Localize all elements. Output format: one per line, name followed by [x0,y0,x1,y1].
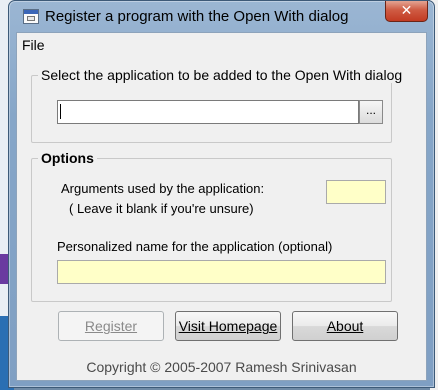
visit-homepage-button[interactable]: Visit Homepage [175,311,281,341]
options-group-legend: Options [38,150,97,166]
app-window-icon [23,9,39,24]
browse-button[interactable]: ... [359,100,383,124]
title-bar[interactable]: Register a program with the Open With di… [9,1,434,31]
arguments-hint: ( Leave it blank if you're unsure) [69,201,254,216]
about-button[interactable]: About [292,311,398,341]
application-group-legend: Select the application to be added to th… [38,67,406,83]
close-button[interactable]: ✕ [385,1,428,22]
arguments-input[interactable] [326,180,386,204]
text-caret [60,104,61,119]
close-icon: ✕ [400,2,413,18]
menu-file[interactable]: File [22,37,45,53]
personalized-name-label: Personalized name for the application (o… [57,239,333,254]
window-title: Register a program with the Open With di… [45,8,349,25]
personalized-name-input[interactable] [57,260,386,284]
dialog-client-area: File Select the application to be added … [16,32,427,381]
application-path-input[interactable] [57,100,359,124]
copyright-text: Copyright © 2005-2007 Ramesh Srinivasan [86,359,357,375]
dialog-window: Register a program with the Open With di… [8,0,435,388]
menu-bar: File [17,33,426,55]
register-button[interactable]: Register [58,311,164,341]
arguments-label: Arguments used by the application: [61,181,265,196]
